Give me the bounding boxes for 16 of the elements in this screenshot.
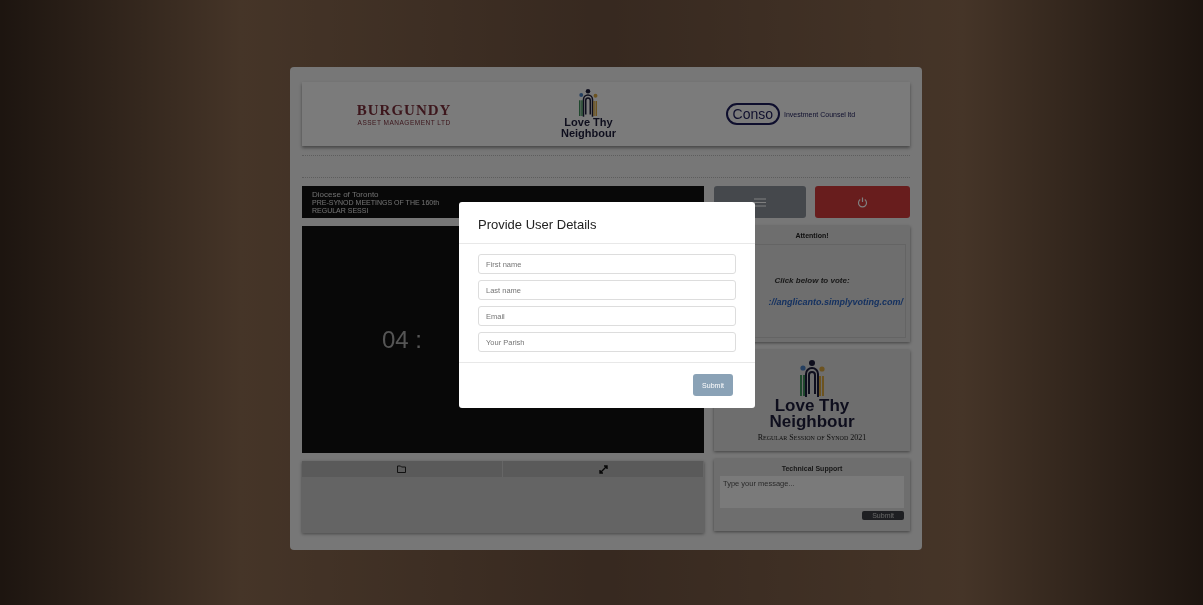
power-icon (857, 196, 868, 208)
event-name: Love Thy (774, 397, 850, 414)
voting-link[interactable]: ://anglicanto.simplyvoting.com/ (768, 296, 903, 307)
power-button[interactable] (815, 186, 910, 218)
event-name: Love Thy (564, 117, 613, 129)
event-name: Neighbour (769, 413, 855, 430)
company-name: Conso (725, 103, 780, 125)
countdown-timer: 04 : (382, 325, 423, 354)
vote-prompt: Click below to vote: (773, 275, 851, 285)
stream-title: Diocese of Toronto (312, 189, 380, 199)
company-name: BURGUNDY (356, 102, 452, 119)
event-name: Neighbour (561, 128, 616, 140)
dialog-title: Provide User Details (459, 202, 755, 244)
folder-icon (397, 465, 407, 473)
banner-caption: Regular Session of Synod 2021 (757, 432, 867, 442)
expand-icon (598, 464, 608, 474)
